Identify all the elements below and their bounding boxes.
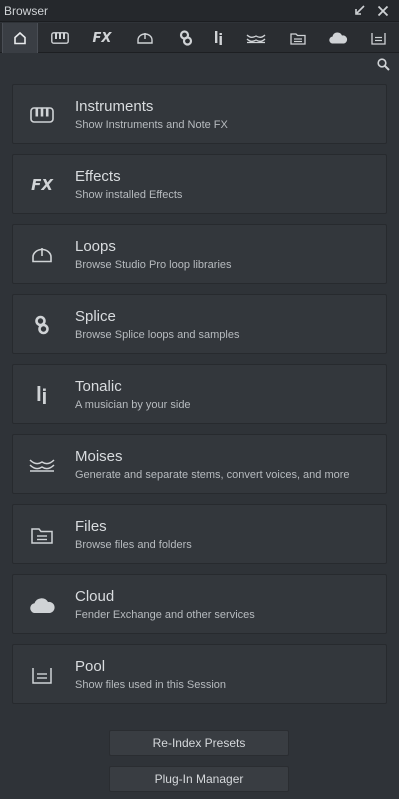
moises-icon	[27, 451, 57, 479]
category-description: Fender Exchange and other services	[75, 609, 255, 621]
category-card-pool[interactable]: Pool Show files used in this Session	[12, 644, 387, 704]
category-description: Browse Studio Pro loop libraries	[75, 259, 232, 271]
category-card-moises[interactable]: Moises Generate and separate stems, conv…	[12, 434, 387, 494]
category-title: Cloud	[75, 588, 115, 605]
category-description: Generate and separate stems, convert voi…	[75, 469, 350, 481]
category-description: Show files used in this Session	[75, 679, 227, 691]
fx-icon: FX	[31, 176, 53, 194]
browser-tab-bar: FX	[0, 23, 399, 53]
tab-files[interactable]	[280, 23, 316, 53]
piano-icon	[27, 101, 57, 129]
category-title: Loops	[75, 238, 116, 255]
category-card-instruments[interactable]: Instruments Show Instruments and Note FX	[12, 84, 387, 144]
tab-splice[interactable]	[168, 23, 204, 53]
category-description: Show Instruments and Note FX	[75, 119, 228, 131]
category-title: Moises	[75, 448, 123, 465]
tonalic-icon	[27, 381, 57, 409]
cloud-icon	[329, 32, 348, 44]
reindex-presets-button[interactable]: Re-Index Presets	[109, 730, 289, 756]
piano-icon	[51, 32, 69, 44]
tab-cloud[interactable]	[320, 23, 356, 53]
moises-icon	[246, 34, 266, 44]
category-title: Splice	[75, 308, 116, 325]
search-button[interactable]	[374, 55, 392, 73]
pool-icon	[370, 32, 386, 45]
cloud-icon	[27, 591, 57, 619]
tab-moises[interactable]	[238, 23, 274, 53]
tab-home[interactable]	[2, 23, 38, 53]
tab-instruments[interactable]	[42, 23, 78, 53]
category-card-cloud[interactable]: Cloud Fender Exchange and other services	[12, 574, 387, 634]
search-icon	[376, 57, 390, 71]
tab-loops[interactable]	[126, 23, 164, 53]
tab-tonalic[interactable]	[204, 23, 234, 53]
category-title: Instruments	[75, 98, 154, 115]
home-icon	[14, 31, 26, 45]
folder-icon	[27, 521, 57, 549]
collapse-icon[interactable]	[350, 2, 368, 20]
tab-effects[interactable]: FX	[84, 23, 120, 53]
tab-pool[interactable]	[362, 23, 394, 53]
category-description: Browse files and folders	[75, 539, 192, 551]
fx-icon: FX	[92, 30, 112, 46]
category-title: Pool	[75, 658, 106, 675]
category-card-files[interactable]: Files Browse files and folders	[12, 504, 387, 564]
category-title: Files	[75, 518, 107, 535]
category-card-loops[interactable]: Loops Browse Studio Pro loop libraries	[12, 224, 387, 284]
tonalic-icon	[215, 31, 222, 45]
splice-icon	[179, 30, 193, 46]
close-icon[interactable]	[374, 2, 392, 20]
category-card-splice[interactable]: Splice Browse Splice loops and samples	[12, 294, 387, 354]
loop-icon	[27, 241, 57, 269]
plugin-manager-button[interactable]: Plug-In Manager	[109, 766, 289, 792]
splice-icon	[27, 311, 57, 339]
category-title: Effects	[75, 168, 121, 185]
category-description: Show installed Effects	[75, 189, 183, 201]
loop-icon	[137, 33, 153, 44]
folder-icon	[290, 32, 306, 45]
pool-icon	[27, 661, 57, 689]
category-card-tonalic[interactable]: Tonalic A musician by your side	[12, 364, 387, 424]
title-bar: Browser	[0, 0, 399, 22]
category-description: Browse Splice loops and samples	[75, 329, 240, 341]
category-title: Tonalic	[75, 378, 122, 395]
category-card-effects[interactable]: FX Effects Show installed Effects	[12, 154, 387, 214]
window-title: Browser	[4, 4, 49, 18]
category-description: A musician by your side	[75, 399, 191, 411]
